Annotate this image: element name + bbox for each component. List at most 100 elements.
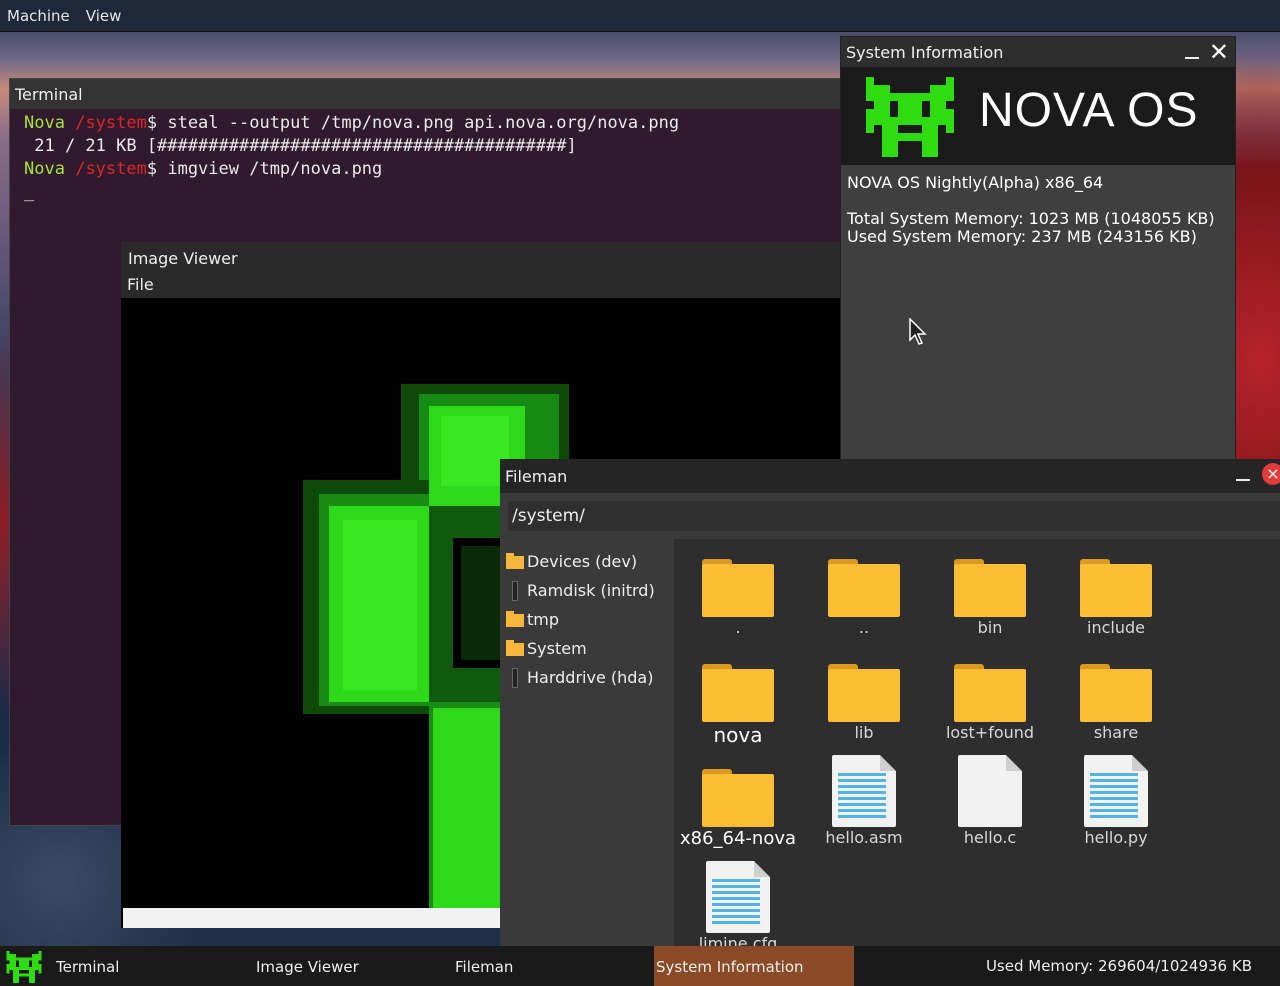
sidebar-item-label: System [527,639,587,658]
terminal-titlebar[interactable]: Terminal [10,79,848,109]
nova-start-icon[interactable] [6,951,42,983]
file-item-lost-found[interactable]: lost+found [930,664,1050,742]
file-item-label: bin [977,618,1003,637]
file-item-hello-c[interactable]: hello.c [930,755,1050,847]
command-imgview: imgview /tmp/nova.png [157,159,383,179]
menu-view[interactable]: View [86,7,122,25]
sidebar-item-harddrive[interactable]: Harddrive (hda) [506,663,671,692]
terminal-line-3: Nova /system$ imgview /tmp/nova.png [24,158,848,181]
terminal-title: Terminal [15,84,83,104]
image-viewer-menubar: File [121,274,841,298]
file-item-label: hello.c [963,828,1017,847]
file-item-share[interactable]: share [1056,664,1176,742]
text-file-icon [1084,755,1148,827]
folder-icon [828,664,900,722]
sidebar-item-label: Devices (dev) [527,552,638,571]
os-version: NOVA OS Nightly(Alpha) x86_64 [847,173,1104,192]
terminal-line-1: Nova /system$ steal --output /tmp/nova.p… [24,112,848,135]
sidebar-item-ramdisk[interactable]: Ramdisk (initrd) [506,576,671,605]
taskbar-item-system-information[interactable]: System Information [654,946,854,986]
close-icon[interactable]: ✕ [1209,40,1229,64]
file-item-nova[interactable]: nova [678,664,798,747]
terminal-cursor: _ [24,182,35,202]
text-file-icon [706,861,770,933]
file-item-label: .. [858,618,870,637]
folder-icon [954,559,1026,617]
sysinfo-details: NOVA OS Nightly(Alpha) x86_64 Total Syst… [847,174,1215,246]
file-item-bin[interactable]: bin [930,559,1050,637]
sidebar-item-devices[interactable]: Devices (dev) [506,547,671,576]
menu-file[interactable]: File [127,275,154,294]
image-viewer-title: Image Viewer [128,248,238,268]
file-item-limine-cfg[interactable]: limine.cfg [678,861,798,949]
taskbar-item-fileman[interactable]: Fileman [455,946,635,986]
system-information-window[interactable]: System Information ✕ NOVA OS NOVA OS Nig… [840,36,1236,464]
prompt-user: Nova [24,159,65,179]
file-item-x86-64-nova[interactable]: x86_64-nova [678,769,798,849]
file-item-label: hello.py [1084,828,1148,847]
folder-icon [1080,664,1152,722]
file-item-parent[interactable]: .. [804,559,924,637]
minimize-icon[interactable] [1236,467,1250,481]
used-memory: Used System Memory: 237 MB (243156 KB) [847,227,1197,246]
drive-icon [512,667,518,688]
file-item-label: share [1093,723,1139,742]
memory-usage-readout: Used Memory: 269604/1024936 KB [985,957,1252,975]
folder-icon [954,664,1026,722]
file-item-lib[interactable]: lib [804,664,924,742]
file-item-hello-asm[interactable]: hello.asm [804,755,924,847]
fileman-window[interactable]: Fileman × /system/ Devices (dev) Ramdisk… [500,459,1280,949]
folder-icon [506,640,524,656]
sidebar-item-label: tmp [527,610,560,629]
menu-machine[interactable]: Machine [7,7,70,25]
folder-icon [506,553,524,569]
file-item-label: include [1087,618,1145,637]
drive-icon [512,580,518,601]
folder-icon [702,559,774,617]
folder-icon [1080,559,1152,617]
file-item-label: lost+found [945,723,1035,742]
file-item-dot[interactable]: . [678,559,798,637]
file-item-label: . [735,618,741,637]
folder-icon [702,769,774,827]
file-grid: . .. bin include nova lib lost+found sha… [674,539,1280,949]
prompt-path: /system [75,113,147,133]
mouse-cursor-icon [909,318,927,345]
file-item-label: nova [713,723,763,747]
sysinfo-titlebar[interactable]: System Information ✕ [841,37,1235,67]
sidebar-item-tmp[interactable]: tmp [506,605,671,634]
folder-icon [828,559,900,617]
path-bar[interactable]: /system/ [508,501,1280,531]
command-steal: steal --output /tmp/nova.png api.nova.or… [157,113,680,133]
sidebar-item-system[interactable]: System [506,634,671,663]
fileman-titlebar[interactable]: Fileman [500,459,1280,493]
file-item-label: lib [854,723,874,742]
taskbar-item-terminal[interactable]: Terminal [56,946,236,986]
prompt-path: /system [75,159,147,179]
folder-icon [702,664,774,722]
image-viewer-titlebar[interactable]: Image Viewer [121,242,841,274]
text-file-icon [832,755,896,827]
blank-file-icon [958,755,1022,827]
prompt-symbol: $ [146,113,158,133]
taskbar-item-image-viewer[interactable]: Image Viewer [256,946,436,986]
minimize-icon[interactable] [1184,45,1199,59]
taskbar: Terminal Image Viewer Fileman System Inf… [0,946,1280,986]
os-name: NOVA OS [979,84,1199,137]
file-item-label: x86_64-nova [679,828,797,849]
prompt-user: Nova [24,113,65,133]
top-menubar: Machine View [0,0,1280,32]
prompt-symbol: $ [146,159,158,179]
sidebar-item-label: Harddrive (hda) [527,668,654,687]
folder-icon [506,611,524,627]
sidebar-item-label: Ramdisk (initrd) [527,581,655,600]
file-item-label: hello.asm [825,828,903,847]
sysinfo-header: NOVA OS [841,67,1235,165]
fileman-sidebar: Devices (dev) Ramdisk (initrd) tmp Syste… [506,547,671,692]
file-item-include[interactable]: include [1056,559,1176,637]
close-icon[interactable]: × [1262,463,1280,485]
terminal-progress-line: 21 / 21 KB [############################… [24,136,577,156]
file-item-hello-py[interactable]: hello.py [1056,755,1176,847]
fileman-title: Fileman [505,466,568,486]
sysinfo-title: System Information [846,42,1004,62]
